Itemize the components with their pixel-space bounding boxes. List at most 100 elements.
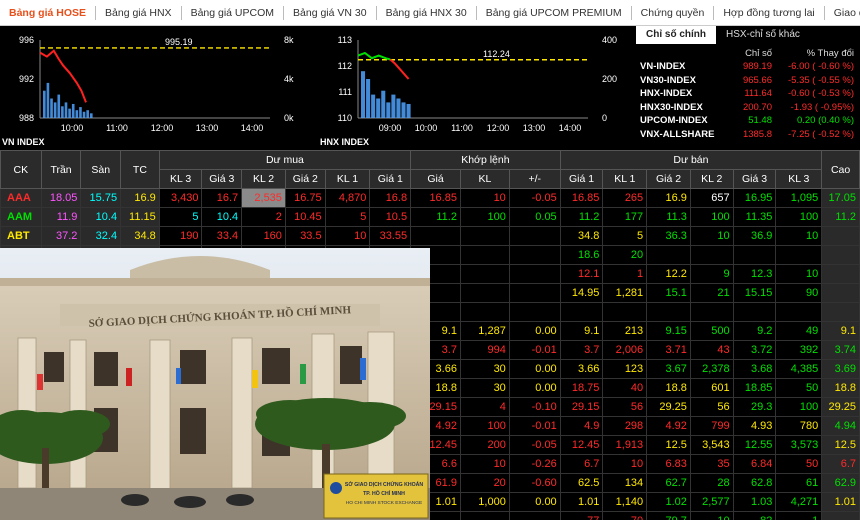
col-18[interactable]: KL 3 — [775, 169, 823, 189]
volume-bar — [61, 106, 64, 118]
summary-row[interactable]: HNX-INDEX 111.64 -0.60 ( -0.53 %) — [636, 87, 860, 101]
table-row[interactable]: AAA 18.05 15.75 16.9 3,430 16.7 2,535 16.75 4,87… — [0, 188, 860, 208]
nav-item-8[interactable]: Giao dịch thỏa thuận — [825, 6, 860, 20]
col-5[interactable]: Giá 3 — [201, 169, 243, 189]
nav-item-2[interactable]: Bảng giá UPCOM — [182, 5, 285, 20]
price-cell: 123 — [602, 359, 648, 379]
col-high[interactable]: Cao — [821, 150, 860, 189]
col-9[interactable]: Giá 1 — [369, 169, 412, 189]
col-14[interactable]: KL 1 — [602, 169, 648, 189]
market-nav: Bảng giá HOSE Bảng giá HNX Bảng giá UPCOM B… — [0, 0, 860, 26]
nav-item-3[interactable]: Bảng giá VN 30 — [284, 5, 377, 20]
price-cell: 265 — [602, 188, 648, 208]
price-cell: 3.74 — [821, 340, 860, 360]
table-row[interactable]: AAM 11.9 10.4 11.15 5 10.4 2 10.45 5 10.5 11.2 100 0… — [0, 207, 860, 227]
volume-bar — [71, 103, 75, 118]
col-11[interactable]: KL — [459, 169, 510, 189]
price-cell: -0.26 — [508, 454, 561, 474]
summary-row[interactable]: VN-INDEX 989.19 -6.00 ( -0.60 %) — [636, 60, 860, 74]
price-cell: 10.4 — [80, 207, 122, 227]
price-cell — [459, 302, 510, 322]
price-cell — [775, 245, 823, 265]
price-cell: 100 — [689, 207, 734, 227]
price-cell: 1.03 — [732, 492, 777, 512]
ticker-cell[interactable]: ABT — [0, 226, 42, 246]
price-cell: 50 — [775, 378, 823, 398]
price-cell: 0.00 — [508, 492, 561, 512]
col-13[interactable]: Giá 1 — [559, 169, 604, 189]
summary-row[interactable]: VNX-ALLSHARE 1385.8 -7.25 ( -0.52 %) — [636, 128, 860, 142]
nav-item-0[interactable]: Bảng giá HOSE — [0, 5, 97, 20]
price-cell: 43 — [689, 340, 734, 360]
col-17[interactable]: Giá 3 — [732, 169, 777, 189]
price-cell — [459, 264, 510, 284]
price-cell — [775, 302, 823, 322]
col-8[interactable]: KL 1 — [324, 169, 371, 189]
y-tick-right: 400 — [602, 35, 617, 45]
price-cell: 18.8 — [646, 378, 691, 398]
col-15[interactable]: Giá 2 — [646, 169, 691, 189]
col-16[interactable]: KL 2 — [689, 169, 734, 189]
price-cell: 28 — [689, 473, 734, 493]
price-cell: 2,006 — [602, 340, 648, 360]
col-ck[interactable]: CK — [0, 150, 42, 189]
price-cell: 4,385 — [775, 359, 823, 379]
price-cell: 160 — [241, 226, 286, 246]
tab-main-indices[interactable]: Chỉ số chính — [636, 26, 716, 44]
price-cell: 18.05 — [40, 188, 82, 208]
y-tick-right: 0 — [602, 113, 607, 123]
price-cell: 392 — [775, 340, 823, 360]
col-4[interactable]: KL 3 — [158, 169, 203, 189]
summary-row[interactable]: UPCOM-INDEX 51.48 0.20 (0.40 %) — [636, 114, 860, 128]
volume-bar — [86, 110, 89, 118]
price-cell: 56 — [689, 397, 734, 417]
volume-bar — [79, 107, 82, 118]
col-ceiling[interactable]: Trần — [40, 150, 82, 189]
summary-row[interactable]: HNX30-INDEX 200.70 -1.93 ( -0.95%) — [636, 101, 860, 115]
price-cell: 18.85 — [732, 378, 777, 398]
price-cell: 0.00 — [508, 321, 561, 341]
ticker-cell[interactable]: AAM — [0, 207, 42, 227]
price-cell: 3,543 — [689, 435, 734, 455]
price-cell: 20 — [602, 245, 648, 265]
summary-index-value: 1385.8 — [742, 128, 772, 140]
price-cell — [508, 245, 561, 265]
table-row[interactable]: ABT 37.2 32.4 34.8 190 33.4 160 33.5 10 33.55 34.8… — [0, 226, 860, 246]
price-cell: 1,000 — [459, 492, 510, 512]
price-cell: -0.05 — [508, 435, 561, 455]
hnxindex-chart[interactable]: 112.24 113 112 111 110 400 200 0 09:00 10:00 11:00… — [318, 26, 618, 147]
tab-other-indices[interactable]: HSX-chỉ số khác — [716, 26, 810, 44]
price-cell: 79.7 — [646, 511, 691, 520]
volume-bar — [89, 113, 93, 118]
nav-item-7[interactable]: Hợp đồng tương lai — [714, 5, 825, 20]
ticker-cell[interactable]: AAA — [0, 188, 42, 208]
summary-index-name: UPCOM-INDEX — [640, 115, 708, 127]
volume-bar — [43, 90, 46, 118]
vnindex-chart[interactable]: 995.19 996 992 988 8k 4k 0k 10:00 11:00 12:00 13:0… — [0, 26, 300, 147]
y-tick-right: 0k — [284, 113, 294, 123]
price-cell: 5 — [324, 207, 371, 227]
price-cell: 4,271 — [775, 492, 823, 512]
price-cell — [646, 245, 691, 265]
price-cell: 994 — [459, 340, 510, 360]
summary-header: Chỉ số % Thay đổi — [636, 48, 860, 60]
summary-index-change: -0.60 ( -0.53 %) — [788, 88, 854, 100]
summary-row[interactable]: VN30-INDEX 965.66 -5.35 ( -0.55 %) — [636, 74, 860, 88]
col-10[interactable]: Giá — [410, 169, 461, 189]
price-cell: 601 — [689, 378, 734, 398]
nav-item-5[interactable]: Bảng giá UPCOM PREMIUM — [477, 5, 632, 20]
nav-item-6[interactable]: Chứng quyền — [632, 5, 715, 20]
price-cell: 1,287 — [459, 321, 510, 341]
nav-item-4[interactable]: Bảng giá HNX 30 — [377, 5, 477, 20]
col-6[interactable]: KL 2 — [241, 169, 286, 189]
col-7[interactable]: Giá 2 — [284, 169, 326, 189]
nav-item-1[interactable]: Bảng giá HNX — [96, 5, 182, 20]
volume-bar — [82, 111, 86, 118]
col-12[interactable]: +/- — [508, 169, 561, 189]
price-cell: 36.9 — [732, 226, 777, 246]
y-tick-left: 110 — [338, 113, 352, 123]
col-floor[interactable]: Sàn — [80, 150, 122, 189]
price-cell: 62.5 — [559, 473, 604, 493]
vnindex-chart-title: VN INDEX — [2, 137, 45, 147]
col-reference[interactable]: TC — [120, 150, 160, 189]
